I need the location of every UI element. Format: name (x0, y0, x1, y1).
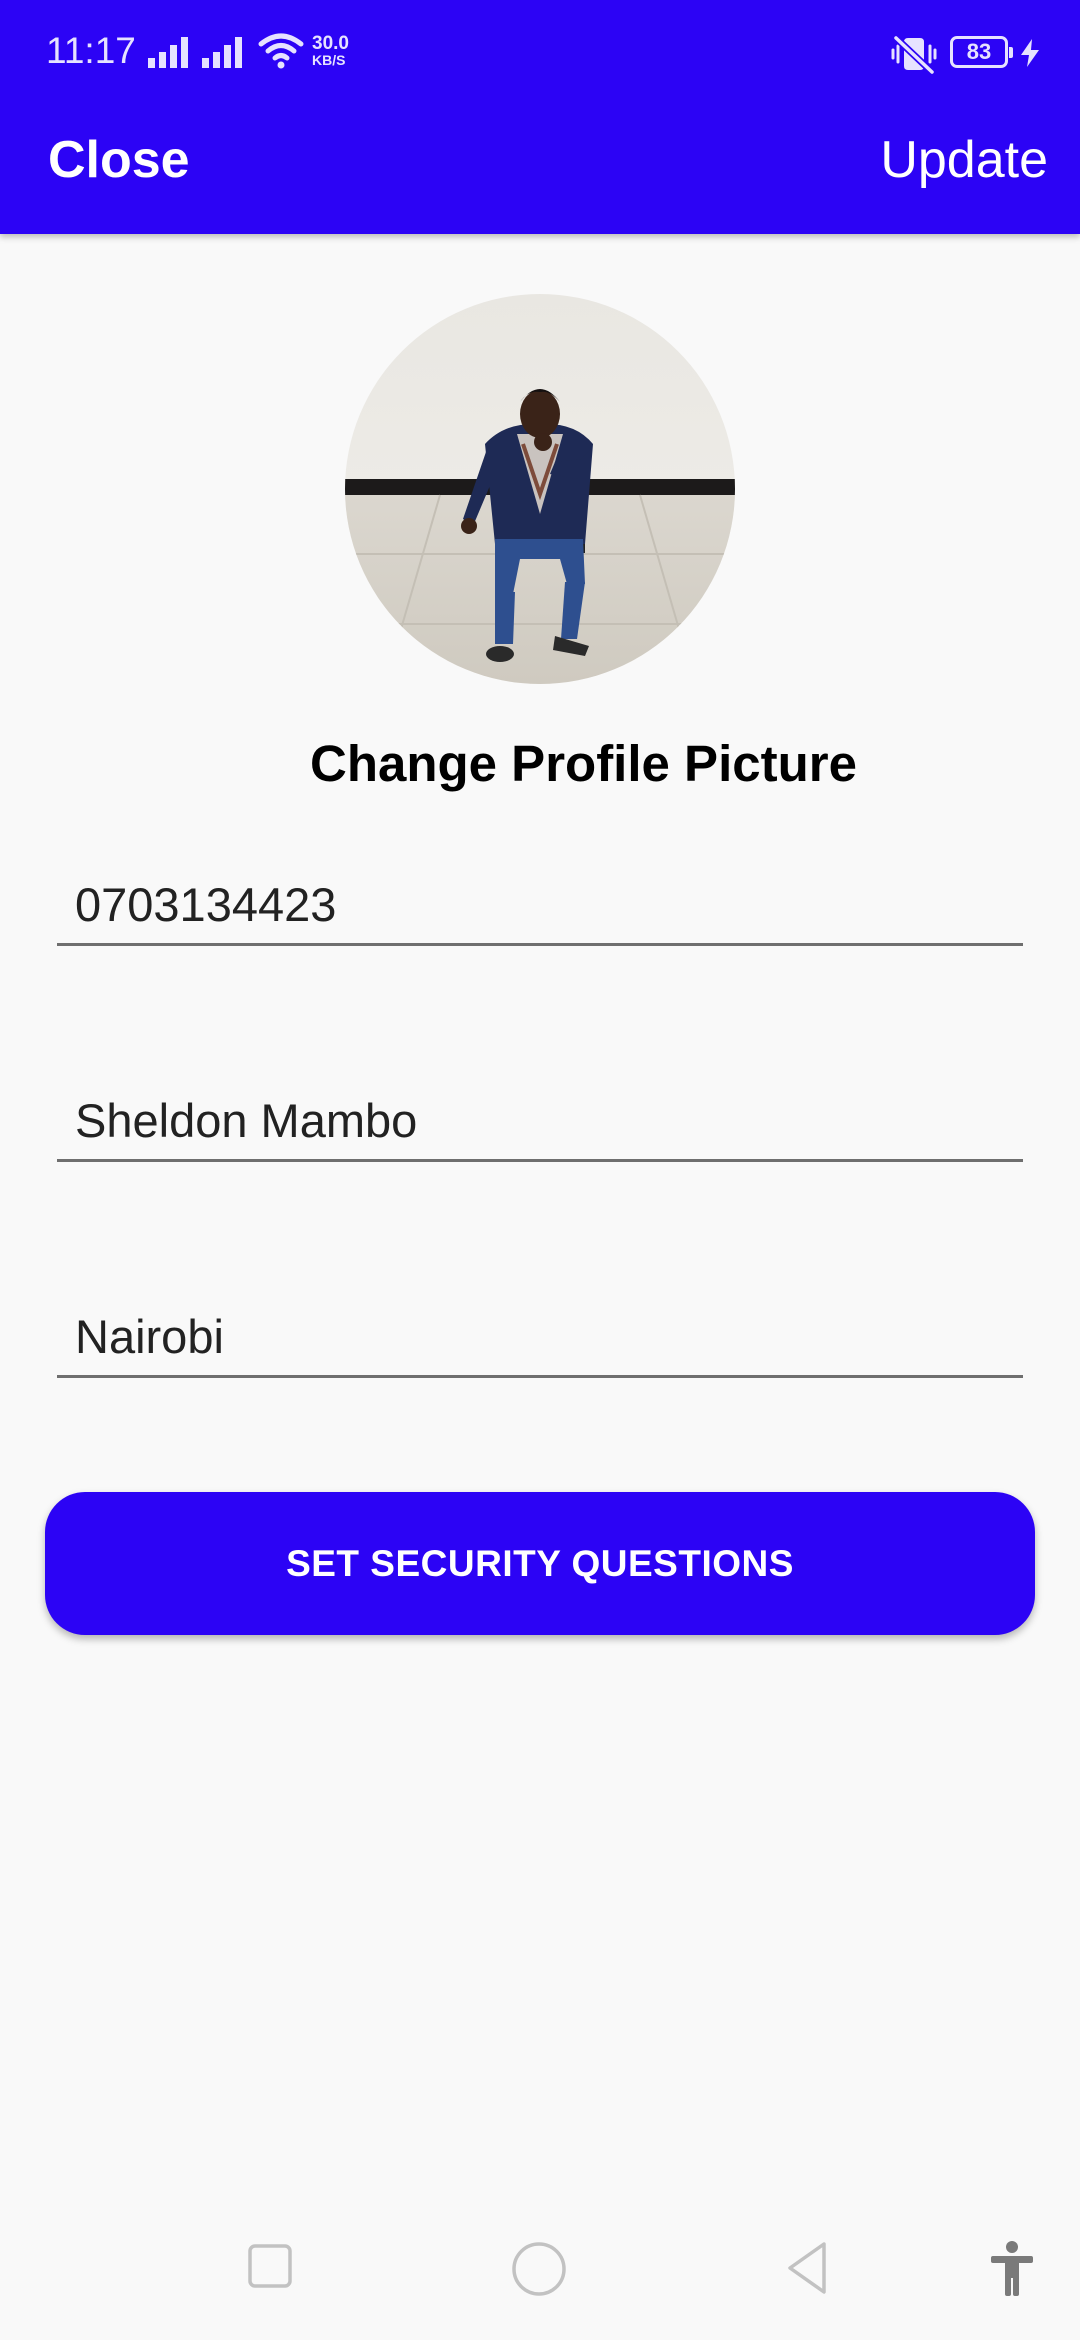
update-button[interactable]: Update (880, 130, 1048, 190)
back-icon[interactable] (784, 2240, 832, 2296)
accessibility-icon[interactable] (988, 2240, 1036, 2298)
set-security-questions-button[interactable]: SET SECURITY QUESTIONS (45, 1492, 1035, 1635)
navigation-bar (0, 2220, 1080, 2340)
vibrate-off-icon (891, 35, 937, 74)
home-icon[interactable] (510, 2240, 568, 2298)
network-speed-value: 30.0 (312, 33, 349, 54)
battery-icon: 83 (950, 36, 1013, 68)
battery-level: 83 (966, 39, 992, 64)
change-profile-picture-button[interactable]: Change Profile Picture (310, 734, 857, 793)
status-time: 11:17 (46, 30, 136, 71)
charging-icon (1021, 39, 1039, 67)
network-speed-unit: KB/S (312, 52, 346, 68)
name-field (57, 1072, 1023, 1162)
signal-icon (202, 37, 242, 68)
recents-icon[interactable] (246, 2242, 294, 2290)
wifi-icon (258, 33, 304, 69)
top-header: 11:17 30.0 KB/S 83 Close Update (0, 0, 1080, 234)
network-speed: 30.0 KB/S (312, 34, 362, 67)
city-field (57, 1288, 1023, 1378)
status-bar: 11:17 30.0 KB/S 83 (0, 0, 1080, 108)
city-input[interactable] (57, 1288, 1023, 1375)
profile-photo (345, 294, 735, 684)
signal-icon (148, 37, 188, 68)
phone-input[interactable] (57, 856, 1023, 943)
close-button[interactable]: Close (48, 130, 190, 190)
profile-picture[interactable] (345, 294, 735, 684)
phone-field (57, 856, 1023, 946)
change-profile-picture-row: Change Profile Picture (0, 734, 1080, 798)
name-input[interactable] (57, 1072, 1023, 1159)
app-bar: Close Update (0, 108, 1080, 234)
